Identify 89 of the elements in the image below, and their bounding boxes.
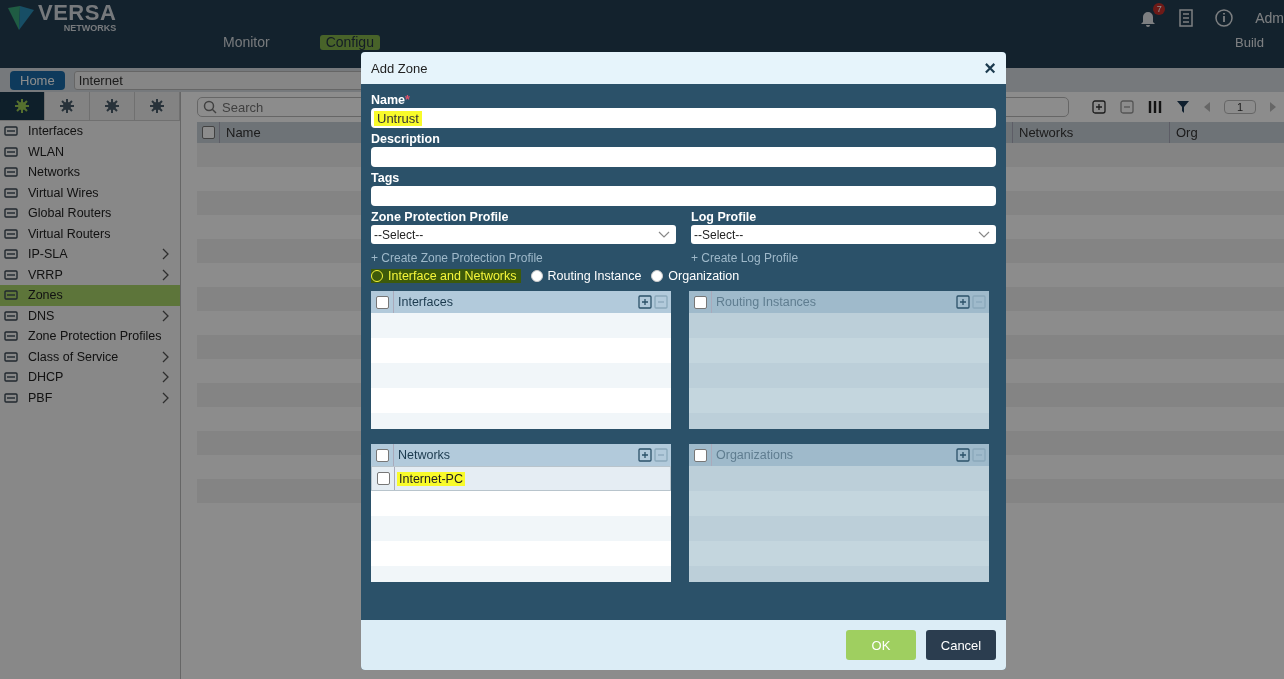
create-link[interactable]: + Create Zone Protection Profile [371,251,543,265]
chevron-down-icon [658,230,670,239]
sidebar-tab[interactable] [45,92,90,120]
device-icon [4,186,18,199]
sidebar-item[interactable]: Zone Protection Profiles [0,326,180,347]
chevron-icon [162,309,170,322]
create-link[interactable]: + Create Log Profile [691,251,799,265]
device-icon [4,309,18,322]
checkbox[interactable] [201,126,215,139]
chevron-icon [162,391,170,404]
chevron-down-icon [978,230,990,239]
radio-option[interactable]: Organization [651,269,740,283]
list-title: Networks [397,448,452,462]
sidebar-item[interactable]: Networks [0,162,180,183]
sidebar-item[interactable]: WLAN [0,141,180,162]
network-icon [59,98,75,114]
device-icon [4,207,18,220]
device-icon [4,248,18,261]
radio-option[interactable]: Interface and Networks [371,269,521,283]
add-icon[interactable] [1091,100,1106,114]
filter-icon[interactable] [1175,100,1190,114]
field-label: Name [371,93,406,107]
name-field[interactable]: Untrust [371,108,996,128]
list-row-label[interactable]: Internet-PC [397,471,465,486]
page-field[interactable]: 1 [1223,100,1256,114]
list-title: Organizations [715,448,795,462]
sidebar-item[interactable]: Class of Service [0,346,180,367]
sidebar-item[interactable]: VRRP [0,264,180,285]
chevron-icon [162,371,170,384]
select-dropdown[interactable]: --Select-- [371,225,676,244]
chevron-icon [162,248,170,261]
network-icon [14,98,30,114]
device-icon [4,166,18,179]
notification-badge: 7 [1153,2,1166,15]
device-icon [4,268,18,281]
checkbox[interactable] [375,295,389,309]
add-icon[interactable] [638,448,652,462]
sidebar-item[interactable]: IP-SLA [0,244,180,265]
description-field[interactable] [371,147,996,167]
sidebar-item[interactable]: PBF [0,387,180,408]
select-dropdown[interactable]: --Select-- [691,225,996,244]
device-icon [4,227,18,240]
columns-icon[interactable] [1147,100,1162,114]
sidebar-item[interactable]: Virtual Routers [0,223,180,244]
device-icon [4,125,18,138]
network-icon [104,98,120,114]
sidebar-item[interactable]: Zones [0,285,180,306]
device-icon [4,330,18,343]
checklist-icon[interactable] [1179,8,1194,27]
device-icon [4,391,18,404]
sidebar-item[interactable]: Global Routers [0,203,180,224]
field-label: Tags [371,171,400,185]
list-title: Routing Instances [715,295,818,309]
nav-tab[interactable]: Monitor [217,35,276,50]
radio-option[interactable]: Routing Instance [530,269,642,283]
tags-field[interactable] [371,186,996,206]
sidebar-tab[interactable] [90,92,135,120]
device-icon [4,289,18,302]
field-label: Zone Protection Profile [371,210,509,224]
dialog-button[interactable]: Cancel [926,630,996,660]
sidebar-tab[interactable] [135,92,180,120]
required-mark: * [405,93,410,107]
logo-icon [6,3,36,32]
sidebar-item[interactable]: DHCP [0,367,180,388]
checkbox[interactable] [376,472,390,485]
sidebar-item[interactable]: DNS [0,305,180,326]
field-label: Description [371,132,440,146]
list-title: Interfaces [397,295,454,309]
chevron-icon [162,350,170,363]
chevron-icon [162,268,170,281]
close-button[interactable]: × [984,56,996,80]
info-icon[interactable] [1215,8,1234,27]
search-icon [203,100,217,114]
checkbox[interactable] [375,448,389,462]
add-icon[interactable] [638,295,652,309]
device-icon [4,371,18,384]
device-icon [4,145,18,158]
sidebar-tab[interactable] [0,92,45,120]
network-icon [149,98,165,114]
logo-subtitle: NETWORKS [63,24,117,33]
home-button[interactable]: Home [10,70,65,90]
remove-icon[interactable] [1119,100,1134,114]
user-name[interactable]: Adm [1255,9,1284,26]
device-icon [4,350,18,363]
sidebar-item[interactable]: Virtual Wires [0,182,180,203]
logo-text: VERSA [38,2,117,24]
build-tab[interactable]: Build [1235,35,1264,50]
field-label: Log Profile [691,210,757,224]
sidebar-item[interactable]: Interfaces [0,121,180,142]
